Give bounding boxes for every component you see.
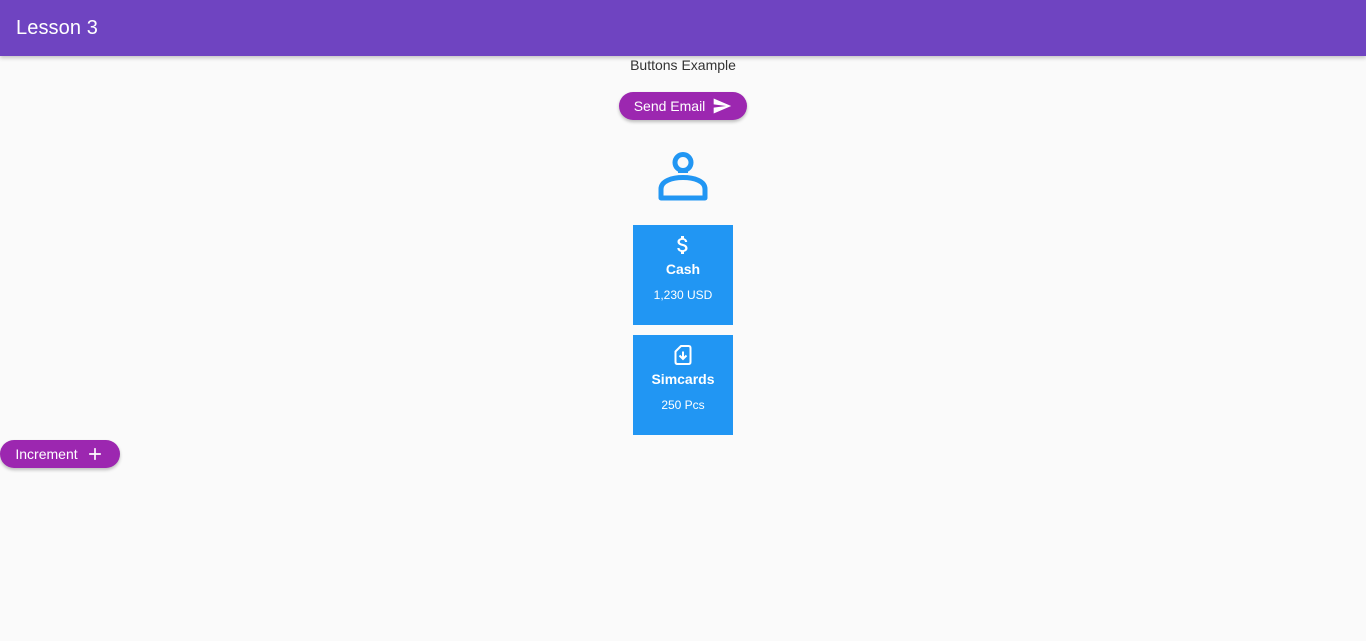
send-email-button[interactable]: Send Email <box>619 92 747 120</box>
cash-tile-title: Cash <box>665 261 701 277</box>
simcards-tile[interactable]: Simcards 250 Pcs <box>633 335 733 435</box>
increment-button-label: Increment <box>15 446 78 462</box>
send-icon <box>712 96 732 116</box>
app-bar-title: Lesson 3 <box>16 17 98 39</box>
simcards-tile-title: Simcards <box>651 371 715 387</box>
increment-button[interactable]: Increment <box>0 440 120 468</box>
page-subtitle: Buttons Example <box>630 57 736 73</box>
simcards-tile-value: 250 Pcs <box>661 398 705 412</box>
cash-tile[interactable]: Cash 1,230 USD <box>633 225 733 325</box>
dollar-icon <box>671 233 695 257</box>
add-icon <box>85 444 105 464</box>
cash-tile-value: 1,230 USD <box>653 288 713 302</box>
person-icon <box>655 150 711 202</box>
send-email-button-label: Send Email <box>633 98 706 114</box>
app-bar: Lesson 3 <box>0 0 1366 56</box>
sim-card-download-icon <box>671 343 695 367</box>
